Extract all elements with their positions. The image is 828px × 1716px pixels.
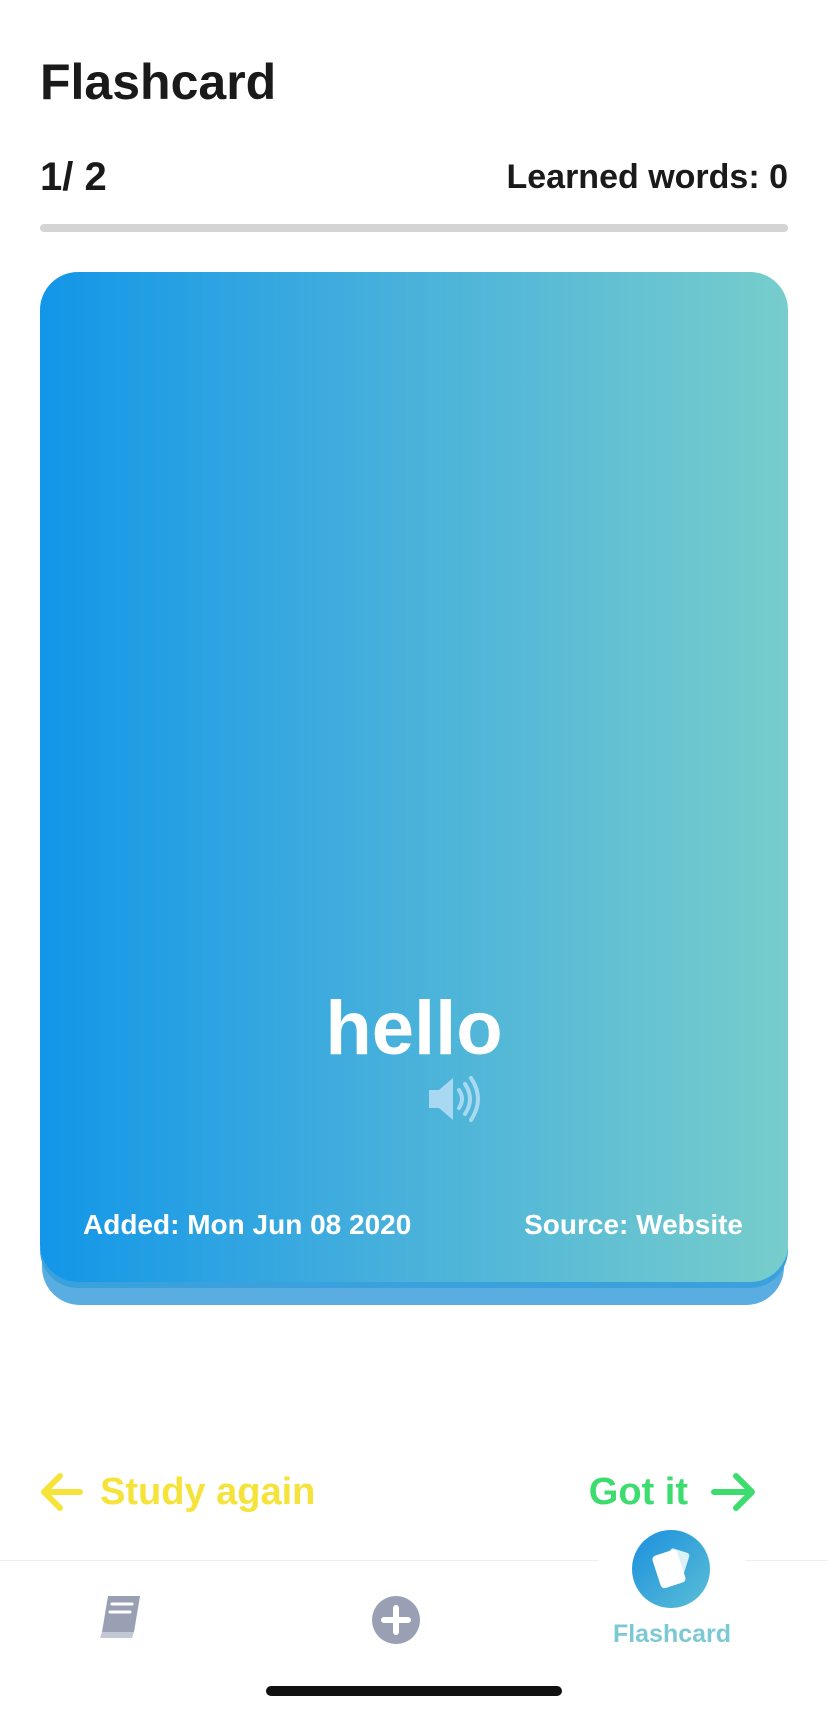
- tab-add-word[interactable]: [368, 1592, 424, 1648]
- tab-words[interactable]: [94, 1592, 146, 1642]
- study-again-label: Study again: [100, 1470, 316, 1513]
- arrow-left-icon: [38, 1470, 86, 1514]
- progress-bar: [40, 224, 788, 232]
- progress-row: 1/ 2 Learned words: 0: [40, 152, 788, 202]
- tab-flashcard[interactable]: [632, 1530, 710, 1608]
- tab-flashcard-label[interactable]: Flashcard: [572, 1620, 772, 1649]
- flashcard-word: hello: [325, 986, 503, 1071]
- card-source: Source: Website: [524, 1209, 743, 1240]
- book-icon: [94, 1596, 146, 1646]
- plus-circle-icon: [368, 1596, 424, 1652]
- learned-words-count: Learned words: 0: [506, 157, 788, 196]
- home-indicator: [266, 1686, 562, 1696]
- flashcard[interactable]: hello: [40, 272, 788, 1282]
- added-date: Added: Mon Jun 08 2020: [83, 1209, 412, 1240]
- arrow-right-icon: [708, 1470, 760, 1514]
- cards-icon: [632, 1548, 710, 1612]
- speaker-icon[interactable]: [425, 1072, 483, 1126]
- got-it-label: Got it: [588, 1470, 688, 1513]
- card-counter: 1/ 2: [40, 154, 107, 199]
- got-it-button[interactable]: Got it: [589, 1462, 760, 1522]
- page-title: Flashcard: [40, 54, 277, 110]
- study-again-button[interactable]: Study again: [38, 1462, 315, 1522]
